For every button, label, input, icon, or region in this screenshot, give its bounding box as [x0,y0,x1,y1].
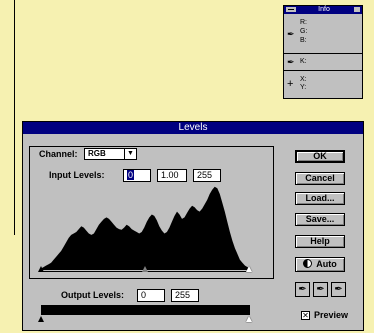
background-divider-line [14,0,15,235]
info-k-label: K: [300,58,307,65]
auto-button-label: Auto [316,259,337,269]
info-x-label: X: [300,76,307,83]
preview-label: Preview [314,310,349,320]
input-black-slider[interactable] [38,266,44,272]
info-y-label: Y: [300,84,307,91]
output-gradient-bar [41,305,250,315]
histogram-area [41,186,250,270]
info-title-bar[interactable]: Info [284,6,362,14]
levels-title-bar[interactable]: Levels [23,122,363,134]
input-gamma-field[interactable]: 1.00 [157,169,187,182]
histogram [41,186,250,270]
white-eyedropper-icon[interactable]: ✒ [331,282,346,297]
output-black-slider[interactable] [38,316,44,322]
levels-dialog: Levels Channel: RGB ▼ Input Levels: 0 1.… [22,121,364,331]
info-g-label: G: [300,28,308,35]
input-gamma-slider[interactable] [142,266,148,272]
channel-select[interactable]: RGB ▼ [84,148,137,160]
auto-button[interactable]: Auto [295,257,345,272]
save-button[interactable]: Save... [295,213,345,226]
black-eyedropper-icon[interactable]: ✒ [295,282,310,297]
eyedropper-icon: ✒ [287,57,295,67]
info-title: Info [318,6,330,13]
info-k-section: ✒ K: [284,54,362,71]
channel-label: Channel: [37,149,80,160]
input-levels-label: Input Levels: [49,170,105,180]
output-levels-label: Output Levels: [61,290,125,300]
info-rgb-section: ✒ R: G: B: [284,15,362,54]
gray-eyedropper-icon[interactable]: ✒ [313,282,328,297]
close-icon[interactable] [354,7,360,12]
output-black-field[interactable]: 0 [137,289,165,302]
info-r-label: R: [300,19,307,26]
load-button[interactable]: Load... [295,192,345,205]
input-white-slider[interactable] [246,266,252,272]
chevron-down-icon[interactable]: ▼ [124,149,136,159]
control-menu-icon[interactable] [286,7,296,12]
ok-button[interactable]: OK [295,150,345,163]
help-button[interactable]: Help [295,235,345,248]
input-white-field[interactable]: 255 [193,169,221,182]
output-white-slider[interactable] [246,316,252,322]
contrast-icon [303,259,313,268]
info-b-label: B: [300,37,307,44]
input-black-value: 0 [127,170,135,180]
preview-checkbox[interactable]: ✕ [301,311,310,320]
output-white-field[interactable]: 255 [171,289,199,302]
cancel-button[interactable]: Cancel [295,172,345,185]
info-xy-section: + X: Y: [284,71,362,98]
input-black-field[interactable]: 0 [123,169,151,182]
channel-value: RGB [88,149,106,158]
crosshair-icon: + [287,78,294,90]
info-palette: Info ✒ R: G: B: ✒ K: + X: Y: [283,5,363,99]
eyedropper-icon: ✒ [287,29,295,39]
